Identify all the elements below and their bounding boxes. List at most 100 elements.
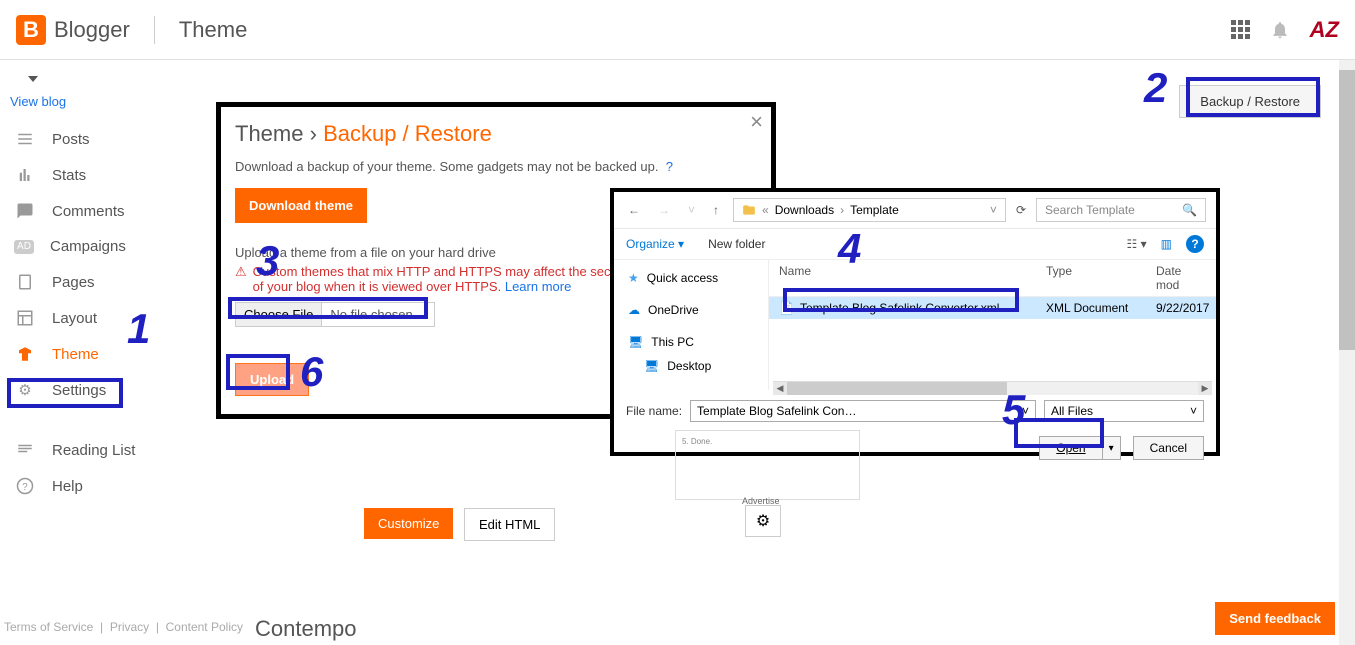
cancel-button[interactable]: Cancel [1133,436,1204,460]
nav-up-icon[interactable]: ↑ [709,201,723,219]
blogger-logo-text: Blogger [54,17,130,43]
bell-icon[interactable] [1270,20,1290,40]
filename-input[interactable]: Template Blog Safelink Converter.xml˅ [690,400,1036,422]
view-mode-icon[interactable]: ☷ ▾ [1127,237,1147,251]
sidebar-item-theme[interactable]: Theme [8,336,198,372]
app-header: B Blogger Theme AZ [0,0,1355,60]
sidebar-item-help[interactable]: ? Help [8,468,198,504]
reading-list-icon [14,441,36,459]
sidebar-item-comments[interactable]: Comments [8,193,198,229]
scroll-left-icon[interactable]: ◀ [773,382,787,395]
open-button[interactable]: Open [1039,436,1101,460]
scroll-right-icon[interactable]: ▶ [1198,382,1212,395]
nav-recent-icon[interactable]: ˅ [684,201,699,219]
column-name[interactable]: Name [769,260,1036,296]
edit-html-button[interactable]: Edit HTML [464,508,555,541]
campaigns-icon: AD [14,240,34,254]
upload-button[interactable]: Upload [235,363,309,396]
help-icon: ? [14,477,36,495]
file-dialog-nav: ← → ˅ ↑ « Downloads › Template ˅ ⟳ Searc… [614,192,1216,229]
backup-restore-button[interactable]: Backup / Restore [1179,85,1321,118]
theme-mobile-preview: 5. Done. [675,430,860,500]
sidebar-label: Pages [52,274,95,291]
monitor-icon: 🖥 [628,335,643,349]
path-segment[interactable]: Template [850,203,899,217]
theme-icon [14,345,36,363]
sidebar-item-settings[interactable]: ⚙Settings [8,372,198,408]
column-type[interactable]: Type [1036,260,1146,296]
sidebar-item-stats[interactable]: Stats [8,157,198,193]
search-icon: 🔍 [1182,203,1197,217]
path-separator: « [762,203,769,217]
file-icon: 📄 [779,301,794,315]
help-icon[interactable]: ? [1186,235,1204,253]
svg-text:?: ? [22,482,28,493]
file-list-row[interactable]: 📄Template Blog Safelink Converter.xml XM… [769,297,1216,319]
folder-tree: ★Quick access ☁OneDrive 🖥This PC 🖥Deskto… [614,260,769,390]
path-breadcrumb[interactable]: « Downloads › Template ˅ [733,198,1006,222]
list-horizontal-scrollbar[interactable]: ◀ ▶ [773,381,1212,395]
layout-icon [14,309,36,327]
view-blog-link[interactable]: View blog [8,88,198,121]
privacy-link[interactable]: Privacy [110,620,149,634]
content-policy-link[interactable]: Content Policy [166,620,243,634]
file-list-header[interactable]: Name Type Date mod [769,260,1216,297]
column-date[interactable]: Date mod [1146,260,1216,296]
download-theme-button[interactable]: Download theme [235,188,367,223]
file-input[interactable]: Choose File No file chosen [235,302,435,327]
tree-onedrive[interactable]: ☁OneDrive [614,298,768,322]
help-link[interactable]: ? [666,159,673,174]
new-folder-button[interactable]: New folder [708,237,765,251]
sidebar-label: Posts [52,131,90,148]
sidebar-label: Stats [52,167,86,184]
nav-back-icon[interactable]: ← [624,201,644,219]
pages-icon [14,273,36,291]
sidebar-label: Comments [52,203,125,220]
terms-link[interactable]: Terms of Service [4,620,93,634]
sidebar-label: Layout [52,310,97,327]
star-icon: ★ [628,271,639,285]
close-icon[interactable]: × [750,109,763,135]
open-dropdown-caret[interactable]: ▾ [1102,436,1121,460]
refresh-icon[interactable]: ⟳ [1016,203,1026,217]
customize-button[interactable]: Customize [364,508,453,539]
filetype-dropdown[interactable]: All Files˅ [1044,400,1204,422]
path-segment[interactable]: Downloads [775,203,834,217]
footer-links: Terms of Service | Privacy | Content Pol… [4,620,243,634]
tree-quick-access[interactable]: ★Quick access [614,266,768,290]
folder-icon [742,203,756,217]
sidebar-item-reading-list[interactable]: Reading List [8,432,198,468]
sidebar-item-pages[interactable]: Pages [8,264,198,300]
tree-this-pc[interactable]: 🖥This PC [614,330,768,354]
apps-grid-icon[interactable] [1231,20,1250,39]
chevron-down-icon[interactable]: ˅ [1022,404,1029,418]
path-separator: › [840,203,844,217]
mobile-settings-button[interactable]: ⚙ [745,505,781,537]
search-input[interactable]: Search Template 🔍 [1036,198,1206,222]
scrollbar-thumb[interactable] [787,382,1007,395]
sidebar-label: Theme [52,346,99,363]
organize-dropdown[interactable]: Organize ▾ [626,237,684,251]
sidebar-item-layout[interactable]: Layout [8,300,198,336]
send-feedback-button[interactable]: Send feedback [1215,602,1335,635]
sidebar-item-campaigns[interactable]: ADCampaigns [8,229,198,264]
header-divider [154,16,155,44]
blog-selector-dropdown[interactable] [8,70,198,88]
sidebar-label: Help [52,478,83,495]
tree-desktop[interactable]: 🖥Desktop [614,354,768,378]
sidebar-item-posts[interactable]: Posts [8,121,198,157]
comments-icon [14,202,36,220]
chevron-down-icon[interactable]: ˅ [990,203,997,217]
page-scrollbar-thumb[interactable] [1339,70,1355,350]
stats-icon [14,166,36,184]
choose-file-button[interactable]: Choose File [236,303,322,326]
sidebar-label: Settings [52,382,106,399]
file-list: Name Type Date mod 📄Template Blog Safeli… [769,260,1216,390]
user-avatar[interactable]: AZ [1310,17,1339,43]
preview-pane-icon[interactable]: ▥ [1161,237,1172,251]
posts-icon [14,130,36,148]
sidebar: View blog Posts Stats Comments ADCampaig… [8,70,198,504]
theme-name-label: Contempo [255,616,357,642]
nav-forward-icon: → [654,201,674,219]
learn-more-link[interactable]: Learn more [505,279,571,294]
